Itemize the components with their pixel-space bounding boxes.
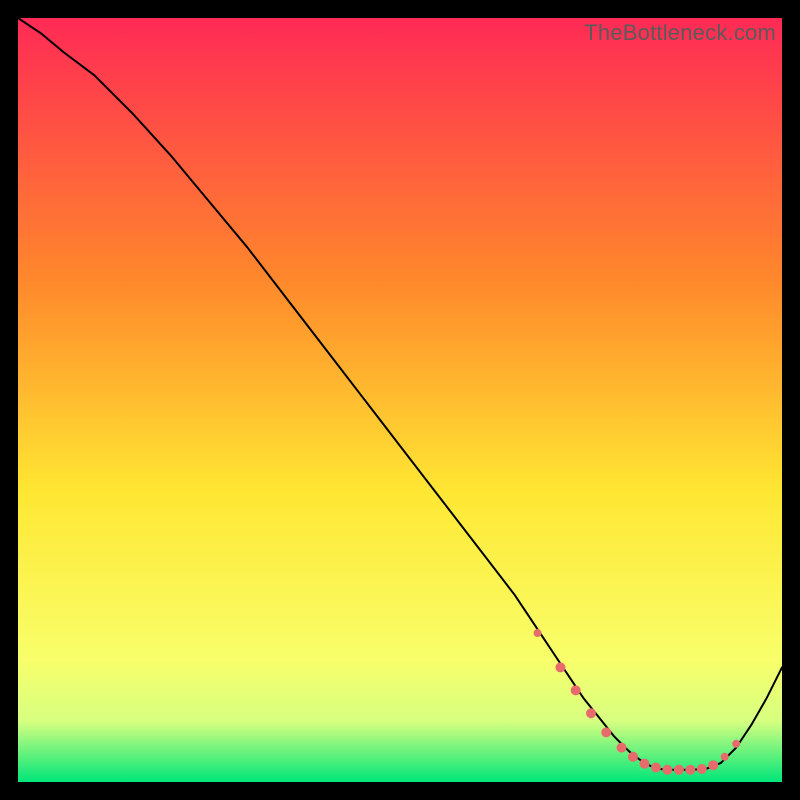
marker-dot <box>651 762 661 772</box>
marker-dot <box>571 685 581 695</box>
marker-dot <box>708 760 718 770</box>
marker-dot <box>721 753 729 761</box>
marker-dot <box>662 765 672 775</box>
marker-dot <box>628 752 638 762</box>
marker-dot <box>732 740 740 748</box>
marker-dot <box>685 765 695 775</box>
marker-dot <box>586 708 596 718</box>
gradient-background <box>18 18 782 782</box>
marker-dot <box>555 662 565 672</box>
chart-frame: TheBottleneck.com <box>18 18 782 782</box>
marker-dot <box>697 764 707 774</box>
marker-dot <box>674 765 684 775</box>
bottleneck-chart <box>18 18 782 782</box>
marker-dot <box>639 759 649 769</box>
marker-dot <box>601 727 611 737</box>
marker-dot <box>534 629 542 637</box>
marker-dot <box>617 743 627 753</box>
